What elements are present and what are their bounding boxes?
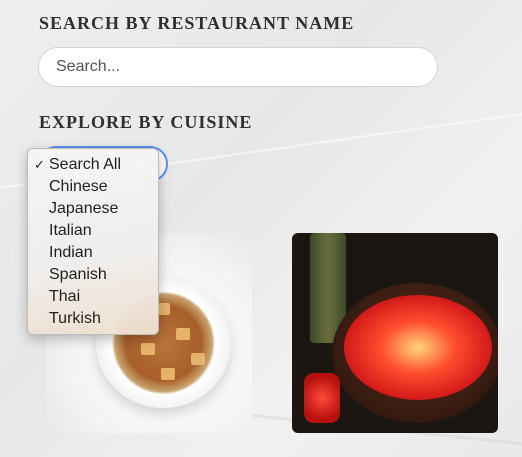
cuisine-option-thai[interactable]: Thai [28, 286, 158, 308]
cuisine-option-chinese[interactable]: Chinese [28, 176, 158, 198]
hotpot-image [344, 295, 492, 400]
checkmark-icon: ✓ [34, 157, 45, 172]
food-detail [161, 368, 175, 380]
restaurant-card-image[interactable] [292, 233, 498, 433]
food-detail [141, 343, 155, 355]
cuisine-option-search-all[interactable]: ✓ Search All [28, 154, 158, 176]
candle-image [304, 373, 340, 423]
option-label: Search All [49, 156, 122, 173]
cuisine-option-italian[interactable]: Italian [28, 220, 158, 242]
cuisine-option-japanese[interactable]: Japanese [28, 198, 158, 220]
cuisine-option-spanish[interactable]: Spanish [28, 264, 158, 286]
cuisine-dropdown-menu[interactable]: ✓ Search All Chinese Japanese Italian In… [27, 148, 159, 335]
search-heading: SEARCH BY RESTAURANT NAME [39, 13, 355, 33]
cuisine-heading: EXPLORE BY CUISINE [39, 112, 253, 132]
food-detail [176, 328, 190, 340]
cuisine-option-turkish[interactable]: Turkish [28, 308, 158, 330]
cuisine-option-indian[interactable]: Indian [28, 242, 158, 264]
food-detail [191, 353, 205, 365]
restaurant-search-input[interactable] [38, 47, 438, 87]
